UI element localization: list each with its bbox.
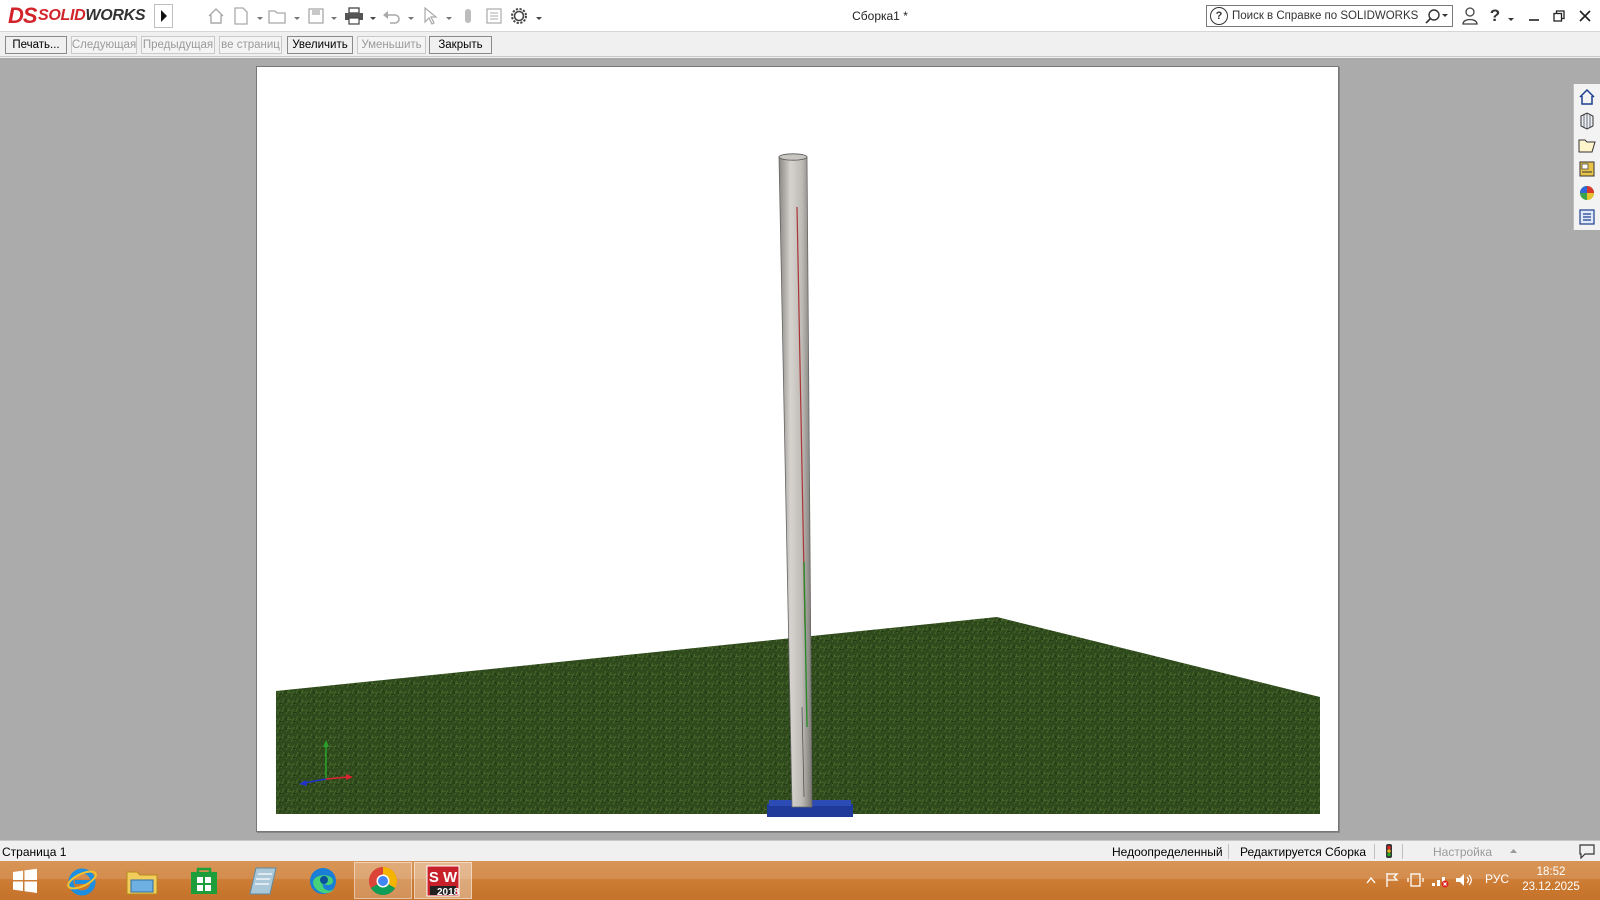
search-icon[interactable] (1424, 7, 1442, 25)
print-icon[interactable] (344, 6, 364, 26)
zoom-out-button[interactable]: Уменьшить (357, 36, 426, 54)
solidworks-version-badge: 2018 (437, 887, 460, 898)
definition-status: Недоопределенный (1112, 845, 1223, 859)
two-pages-button[interactable]: ве страниц (219, 36, 282, 54)
network-disconnected-icon[interactable] (1431, 872, 1449, 891)
title-bar: DS SOLIDWORKS Сборка1 * ? Поиск в Справк… (0, 0, 1600, 32)
design-library-icon[interactable] (1576, 110, 1598, 132)
windows-taskbar: S W 2018 РУС 18:52 23.12.2025 (0, 861, 1600, 900)
task-pane-tabs (1573, 84, 1600, 230)
customize-arrow-icon[interactable] (1510, 844, 1518, 858)
action-center-flag-icon[interactable] (1384, 872, 1400, 891)
help-circle-icon: ? (1210, 7, 1228, 25)
appearances-icon[interactable] (1576, 182, 1598, 204)
user-account-icon[interactable] (1459, 5, 1481, 27)
notebook-app-icon[interactable] (234, 862, 292, 899)
ds-logo-mark: DS (8, 3, 38, 28)
page-indicator: Страница 1 (2, 845, 67, 859)
undo-icon[interactable] (382, 6, 402, 26)
power-status-icon[interactable] (1407, 872, 1425, 891)
previous-page-button[interactable]: Предыдущая (141, 36, 215, 54)
windows-start-icon[interactable] (0, 862, 50, 899)
print-preview-toolbar: Печать... Следующая Предыдущая ве страни… (0, 33, 1600, 57)
new-dropdown-arrow-icon[interactable] (257, 11, 264, 20)
svg-text:S W: S W (429, 869, 458, 886)
home-icon[interactable] (206, 6, 226, 26)
print-button[interactable]: Печать... (5, 36, 67, 54)
help-dropdown-arrow-icon[interactable] (1508, 12, 1515, 21)
status-bar: Страница 1 Недоопределенный Редактируетс… (0, 840, 1600, 861)
rebuild-indicator-icon[interactable] (1385, 844, 1393, 861)
select-dropdown-arrow-icon[interactable] (446, 11, 453, 20)
volume-icon[interactable] (1455, 872, 1473, 891)
editing-status: Редактируется Сборка (1240, 845, 1367, 859)
system-clock[interactable]: 18:52 23.12.2025 (1519, 865, 1583, 895)
undo-dropdown-arrow-icon[interactable] (408, 11, 415, 20)
assembly-render (276, 153, 1320, 817)
restore-button[interactable] (1548, 5, 1570, 27)
input-language-indicator[interactable]: РУС (1485, 872, 1509, 886)
save-icon[interactable] (306, 6, 326, 26)
next-page-button[interactable]: Следующая (71, 36, 137, 54)
chat-bubble-icon[interactable] (1579, 843, 1597, 862)
clock-date: 23.12.2025 (1522, 881, 1580, 893)
zoom-in-button[interactable]: Увеличить (287, 36, 353, 54)
options-dropdown-arrow-icon[interactable] (536, 11, 543, 20)
options-icon[interactable] (509, 6, 529, 26)
document-title: Сборка1 * (852, 9, 908, 23)
internet-explorer-icon[interactable] (53, 862, 111, 899)
help-search-input[interactable]: ? Поиск в Справке по SOLIDWORKS (1206, 5, 1453, 27)
rebuild-icon[interactable] (458, 6, 478, 26)
close-preview-button[interactable]: Закрыть (429, 36, 492, 54)
edge-icon[interactable] (294, 862, 352, 899)
solidworks-2018-icon[interactable]: S W 2018 (414, 862, 472, 899)
show-hidden-icons-arrow-icon[interactable] (1366, 873, 1376, 887)
preview-page (256, 66, 1339, 832)
custom-properties-icon[interactable] (1576, 206, 1598, 228)
solidworks-resources-icon[interactable] (1576, 86, 1598, 108)
search-placeholder: Поиск в Справке по SOLIDWORKS (1232, 10, 1419, 22)
chrome-icon[interactable] (354, 862, 412, 899)
clock-time: 18:52 (1536, 866, 1566, 878)
minimize-button[interactable] (1523, 5, 1545, 27)
pole-top-cap (778, 153, 808, 161)
new-document-icon[interactable] (231, 6, 251, 26)
save-dropdown-arrow-icon[interactable] (331, 11, 338, 20)
file-explorer-icon[interactable] (113, 862, 171, 899)
close-button[interactable] (1574, 5, 1596, 27)
file-explorer-icon[interactable] (1576, 134, 1598, 156)
solidworks-wordmark: SOLIDWORKS (38, 7, 146, 24)
help-button[interactable]: ? (1484, 5, 1506, 27)
menu-expand-arrow-icon[interactable] (154, 4, 173, 28)
file-properties-icon[interactable] (484, 6, 504, 26)
solidworks-logo[interactable]: DS SOLIDWORKS (8, 2, 152, 30)
microsoft-store-icon[interactable] (175, 862, 233, 899)
customize-menu[interactable]: Настройка (1433, 845, 1492, 859)
view-palette-icon[interactable] (1576, 158, 1598, 180)
open-icon[interactable] (268, 6, 288, 26)
select-icon[interactable] (420, 6, 440, 26)
search-dropdown-icon[interactable] (1442, 12, 1452, 21)
open-dropdown-arrow-icon[interactable] (294, 11, 301, 20)
print-dropdown-arrow-icon[interactable] (370, 11, 377, 20)
